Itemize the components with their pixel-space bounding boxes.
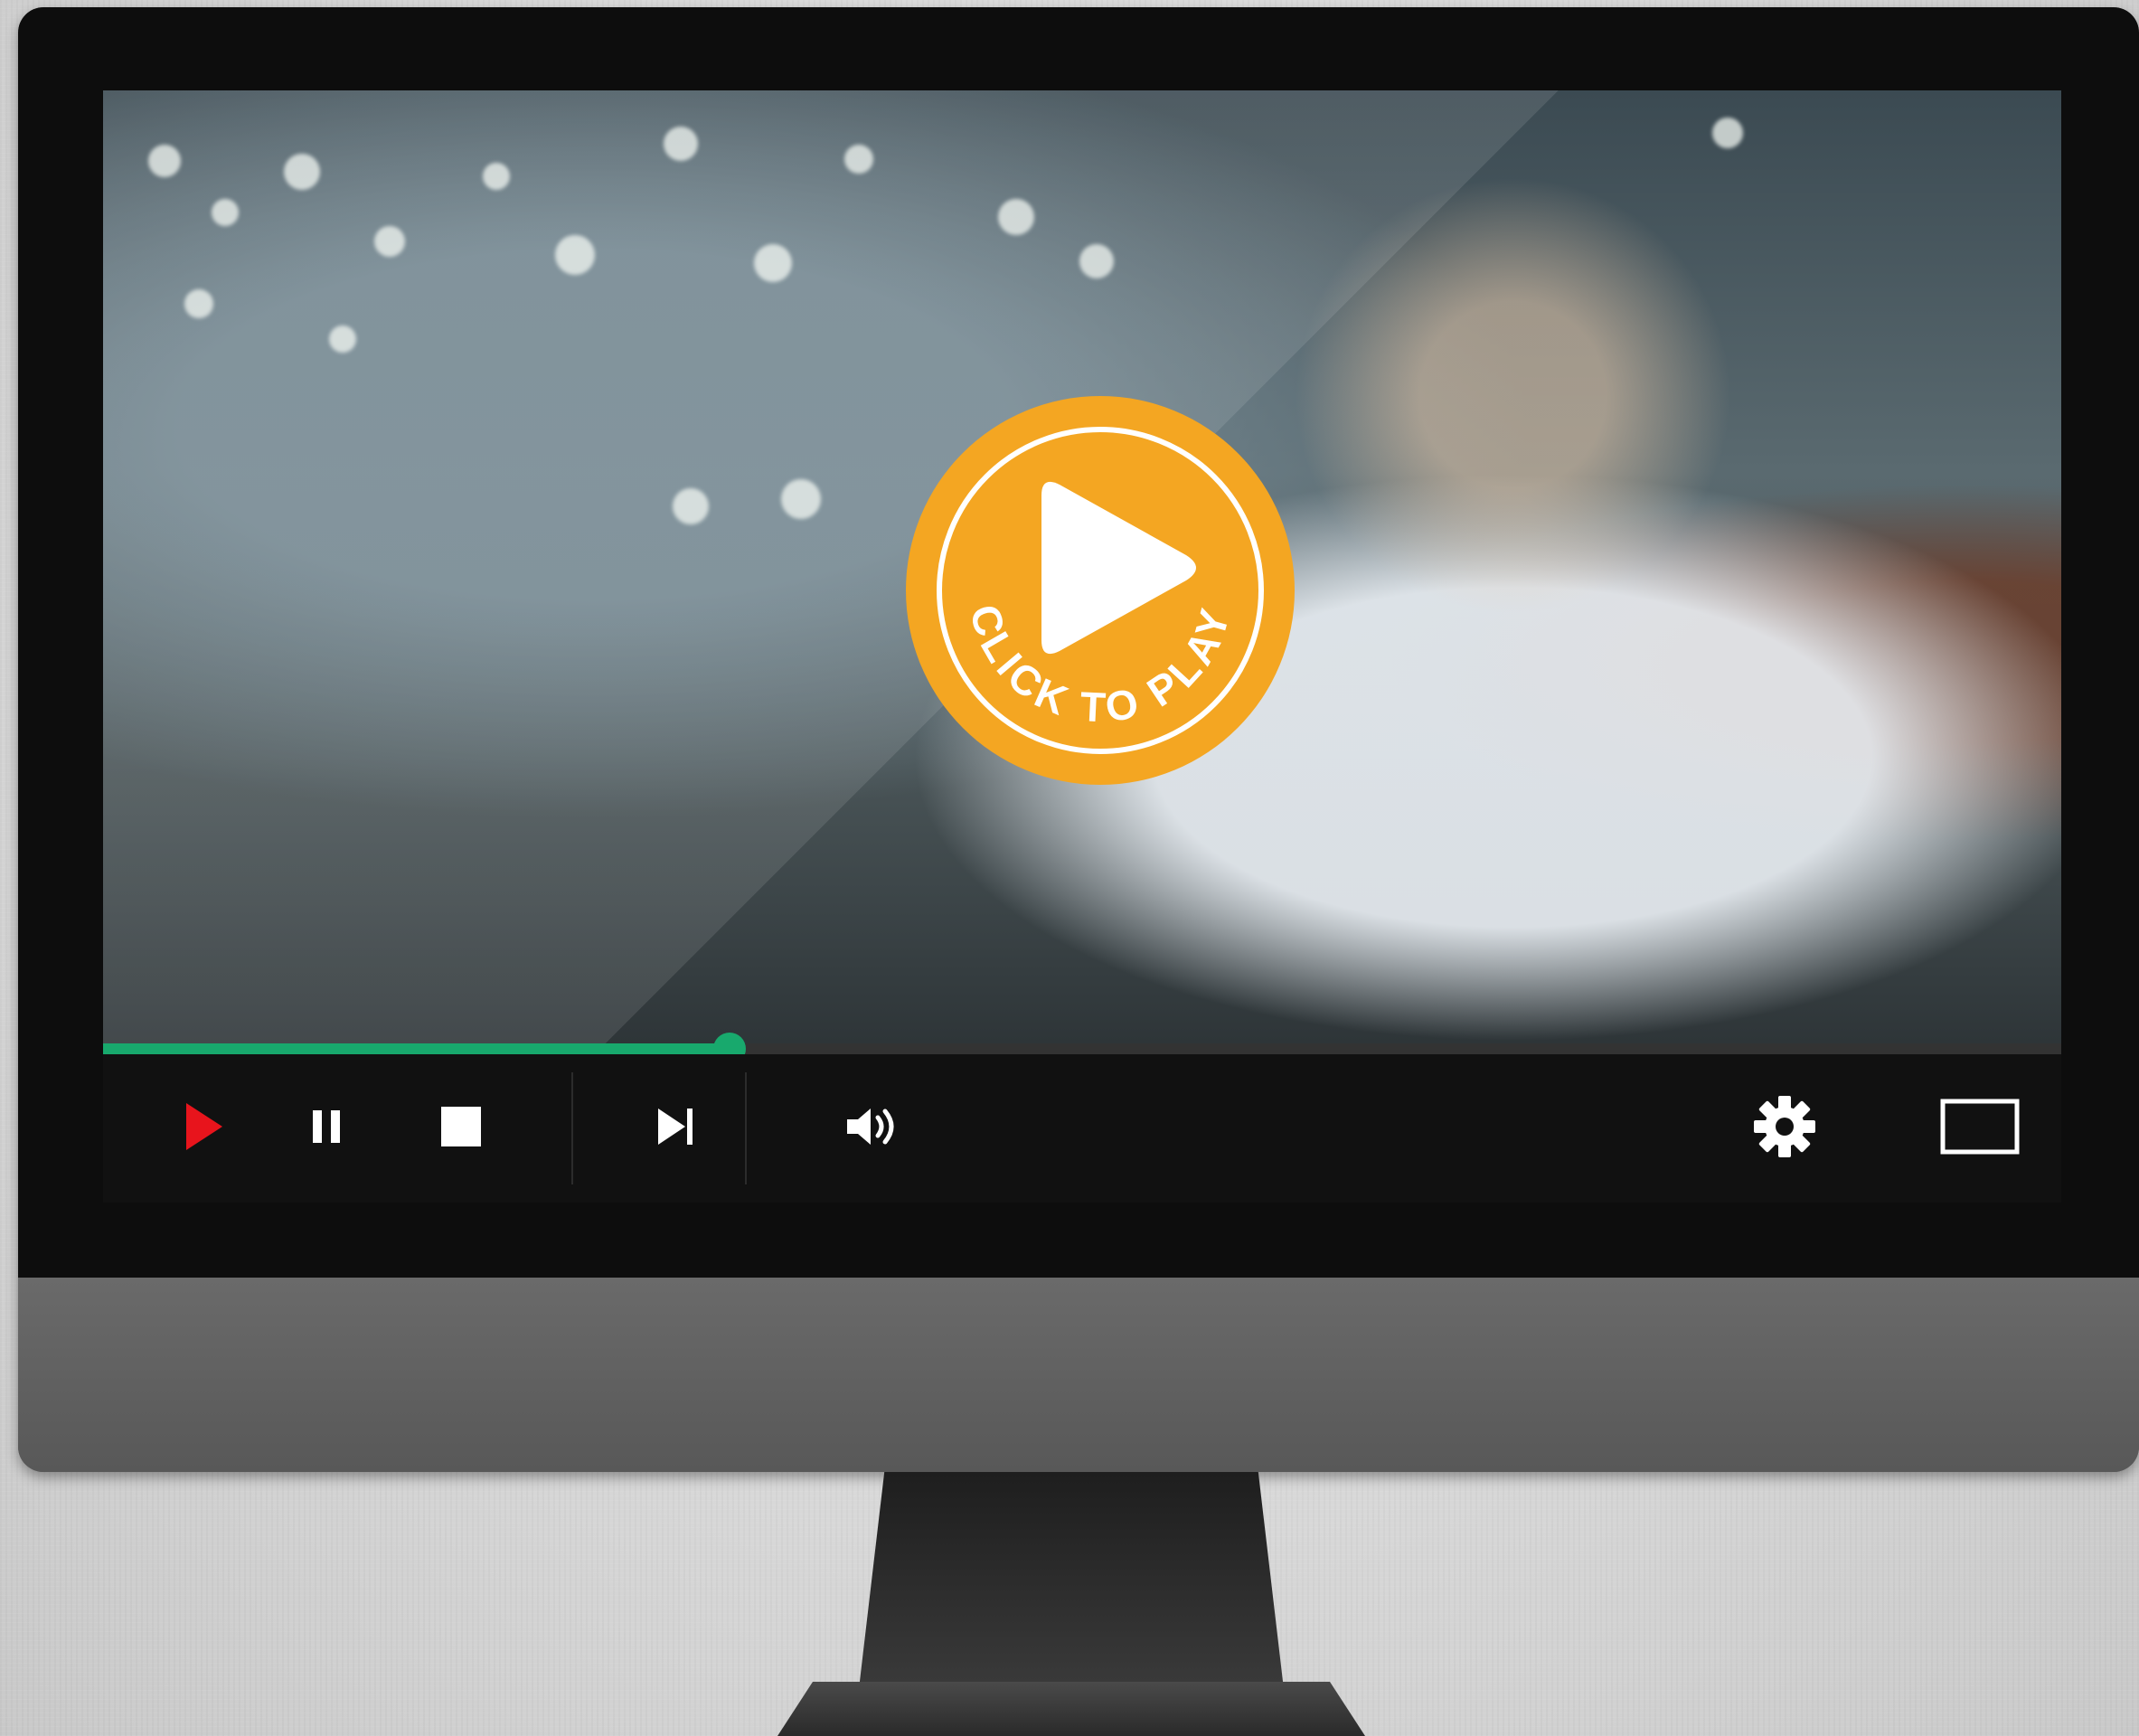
monitor-stand-neck (859, 1472, 1284, 1689)
video-frame[interactable]: CLICK TO PLAY (103, 90, 2061, 1043)
play-icon (186, 1103, 222, 1150)
pause-icon (313, 1110, 340, 1143)
fullscreen-button[interactable] (1935, 1090, 2025, 1163)
volume-icon (847, 1109, 894, 1145)
play-button[interactable] (166, 1090, 239, 1163)
gear-icon (1754, 1096, 1815, 1157)
video-player: CLICK TO PLAY (103, 90, 2061, 1203)
stop-button[interactable] (425, 1090, 497, 1163)
control-divider (571, 1072, 573, 1184)
monitor-chin (18, 1278, 2139, 1472)
control-bar (103, 1054, 2061, 1203)
play-icon: CLICK TO PLAY (937, 427, 1264, 754)
progress-bar[interactable] (103, 1033, 2061, 1065)
progress-played (103, 1043, 730, 1054)
monitor-stand-base (777, 1682, 1365, 1736)
volume-button[interactable] (837, 1090, 909, 1163)
skip-next-icon (658, 1109, 693, 1145)
stop-icon (441, 1107, 481, 1146)
pause-button[interactable] (291, 1090, 363, 1163)
click-to-play-button[interactable]: CLICK TO PLAY (906, 396, 1295, 785)
control-divider (745, 1072, 747, 1184)
fullscreen-icon (1940, 1099, 2020, 1155)
monitor: CLICK TO PLAY (18, 7, 2139, 1472)
skip-next-button[interactable] (640, 1090, 712, 1163)
settings-button[interactable] (1748, 1090, 1821, 1163)
